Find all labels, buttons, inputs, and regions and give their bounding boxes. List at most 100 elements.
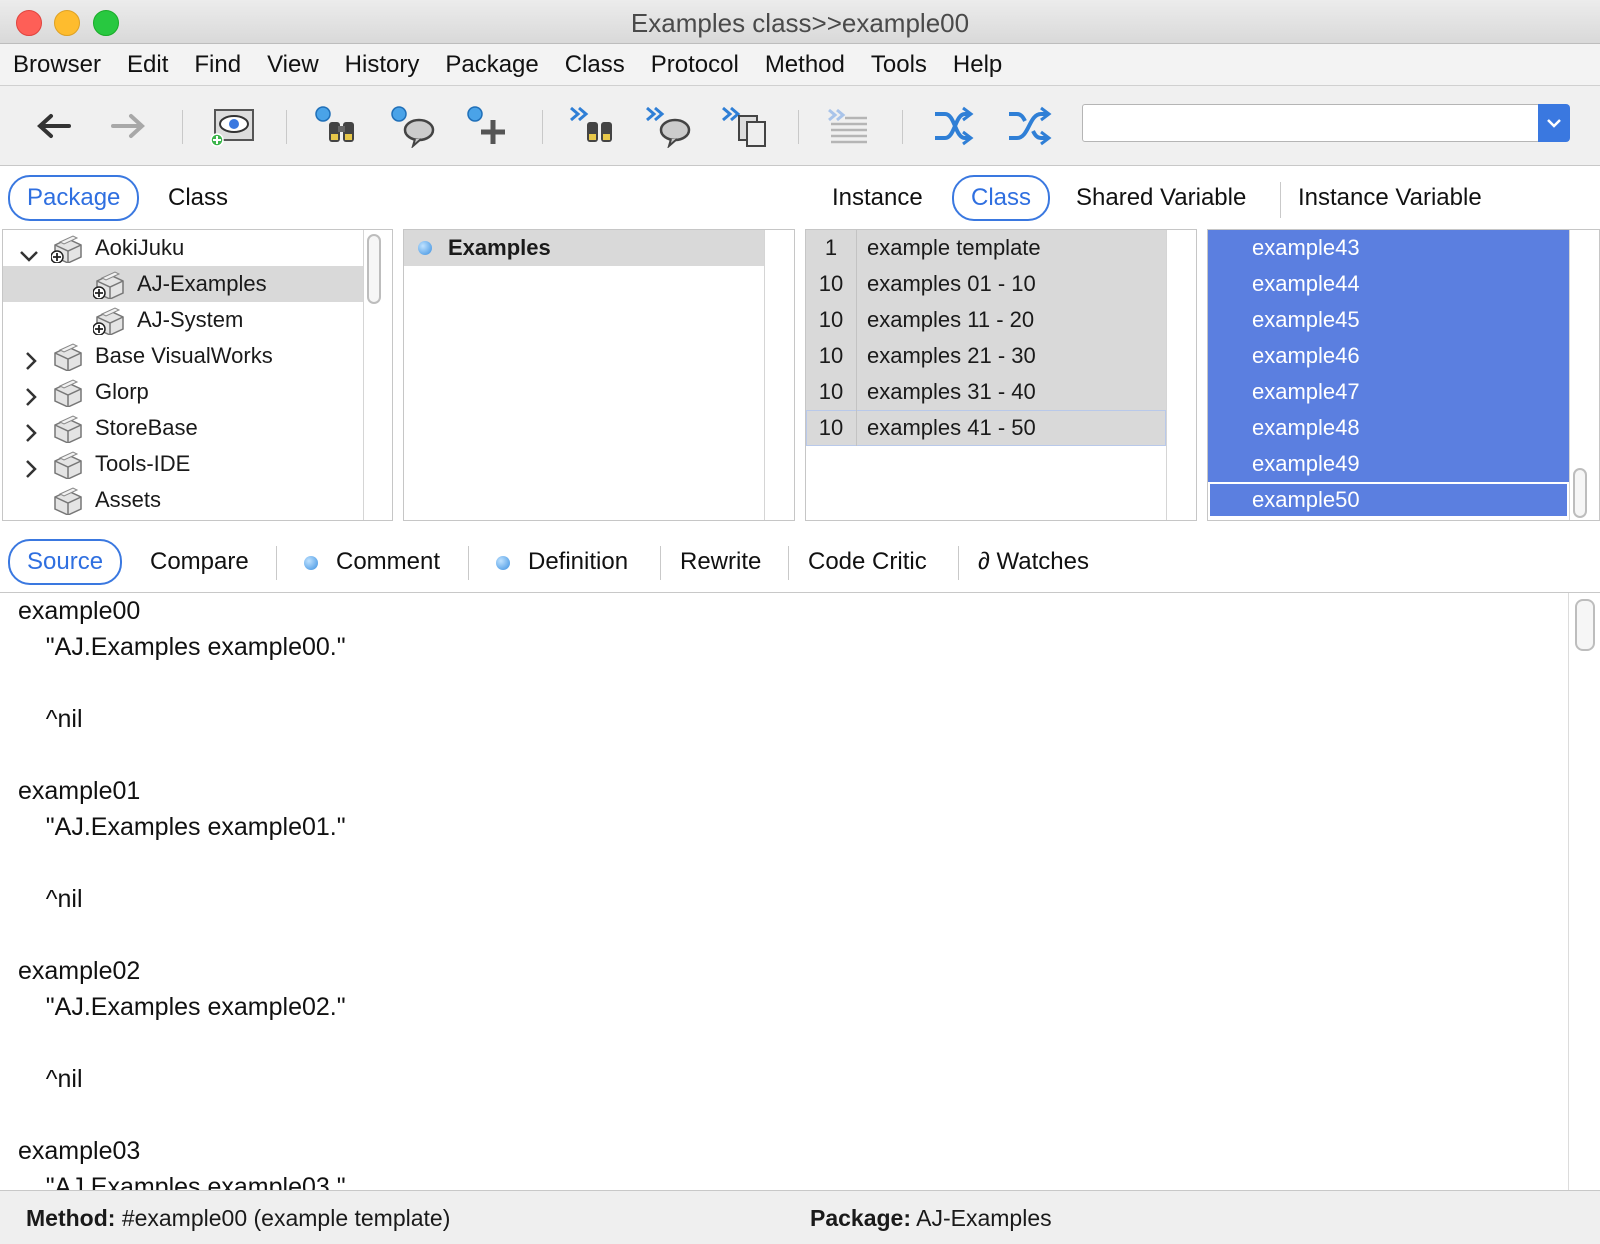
list-item[interactable]: example43: [1208, 230, 1569, 266]
menu-find[interactable]: Find: [181, 51, 254, 79]
tab-comment[interactable]: Comment: [336, 548, 440, 576]
status-package-value: AJ-Examples: [916, 1205, 1052, 1231]
list-item[interactable]: 10 examples 11 - 20: [806, 302, 1166, 338]
menu-method[interactable]: Method: [752, 51, 858, 79]
find-references-button[interactable]: [386, 100, 440, 152]
tree-item[interactable]: AokiJuku: [3, 230, 363, 266]
tree-item[interactable]: Glorp: [3, 374, 363, 410]
search-input[interactable]: [1082, 104, 1540, 142]
list-item[interactable]: example44: [1208, 266, 1569, 302]
list-item[interactable]: 10 examples 01 - 10: [806, 266, 1166, 302]
find-implementors-button[interactable]: [642, 100, 696, 152]
list-item[interactable]: 10 examples 41 - 50: [806, 410, 1166, 446]
tab-package[interactable]: Package: [8, 175, 140, 221]
tab-instance-variable[interactable]: Instance Variable: [1298, 184, 1482, 212]
list-item[interactable]: example50: [1208, 482, 1569, 518]
forward-button[interactable]: [102, 100, 156, 152]
tab-source[interactable]: Source: [8, 539, 123, 585]
plus-icon: [467, 106, 505, 144]
protocol-count: 10: [818, 271, 844, 296]
class-dot-icon: [418, 241, 432, 255]
list-item[interactable]: 10 examples 21 - 30: [806, 338, 1166, 374]
menu-edit[interactable]: Edit: [114, 51, 181, 79]
tab-instance[interactable]: Instance: [832, 184, 923, 212]
menu-class[interactable]: Class: [552, 51, 638, 79]
list-item[interactable]: example45: [1208, 302, 1569, 338]
tree-item[interactable]: AJ-System: [3, 302, 363, 338]
package-icon: [51, 377, 85, 407]
speech-bubble-icon: [391, 106, 435, 148]
tree-item-label: Tools-IDE: [95, 451, 191, 476]
copy-button[interactable]: [718, 100, 772, 152]
package-scrollbar[interactable]: [363, 230, 384, 520]
shuffle-button[interactable]: [1002, 100, 1056, 152]
class-list[interactable]: Examples: [403, 229, 795, 521]
method-scroll-thumb[interactable]: [1573, 468, 1587, 518]
menu-bar: Browser Edit Find View History Package C…: [0, 44, 1600, 86]
code-line: ^nil: [18, 705, 83, 733]
tree-item[interactable]: Assets: [3, 482, 363, 518]
package-scroll-thumb[interactable]: [367, 234, 381, 304]
menu-view[interactable]: View: [254, 51, 332, 79]
menu-help[interactable]: Help: [940, 51, 1015, 79]
method-label: example46: [1252, 343, 1360, 368]
tree-item[interactable]: Tools-IDE: [3, 446, 363, 482]
list-item[interactable]: example49: [1208, 446, 1569, 482]
tree-item[interactable]: StoreBase: [3, 410, 363, 446]
search-dropdown-button[interactable]: [1538, 104, 1570, 142]
tab-class-side[interactable]: Class: [952, 175, 1051, 221]
code-line: "AJ.Examples example03.": [18, 1173, 346, 1190]
source-scroll-thumb[interactable]: [1575, 599, 1595, 651]
status-method-label: Method:: [26, 1205, 116, 1231]
class-scrollbar[interactable]: [764, 230, 785, 520]
menu-tools[interactable]: Tools: [858, 51, 940, 79]
package-icon: [93, 305, 127, 335]
tab-watches[interactable]: ∂ Watches: [978, 548, 1089, 576]
tree-item[interactable]: Base VisualWorks: [3, 338, 363, 374]
menu-protocol[interactable]: Protocol: [638, 51, 752, 79]
toolbar: [0, 86, 1600, 166]
list-item[interactable]: example48: [1208, 410, 1569, 446]
package-icon: [51, 233, 85, 263]
package-icon: [51, 341, 85, 371]
back-button[interactable]: [26, 100, 80, 152]
list-item[interactable]: example47: [1208, 374, 1569, 410]
list-item[interactable]: Examples: [404, 230, 764, 266]
forward-bubble-icon: [646, 106, 691, 148]
method-label: example47: [1252, 379, 1360, 404]
title-bar: Examples class>>example00: [0, 0, 1600, 44]
code-line: example01: [18, 777, 141, 805]
tab-definition[interactable]: Definition: [528, 548, 628, 576]
format-button[interactable]: [822, 100, 876, 152]
tree-item[interactable]: AJ-Examples: [3, 266, 363, 302]
protocol-label: example template: [867, 235, 1041, 260]
documents-icon: [722, 106, 766, 147]
find-senders-button[interactable]: [566, 100, 620, 152]
tab-shared-variable[interactable]: Shared Variable: [1076, 184, 1246, 212]
menu-history[interactable]: History: [332, 51, 433, 79]
menu-browser[interactable]: Browser: [0, 51, 114, 79]
new-view-button[interactable]: [206, 100, 260, 152]
tab-compare[interactable]: Compare: [150, 548, 249, 576]
method-list[interactable]: example43 example44 example45 example46 exam…: [1207, 229, 1600, 521]
code-line: example02: [18, 957, 141, 985]
protocol-scrollbar[interactable]: [1166, 230, 1187, 520]
package-list[interactable]: AokiJuku AJ-Examples AJ-System Base VisualW…: [2, 229, 393, 521]
tab-rewrite[interactable]: Rewrite: [680, 548, 761, 576]
find-class-button[interactable]: [310, 100, 364, 152]
source-editor[interactable]: example00 "AJ.Examples example00." ^nil e…: [0, 592, 1600, 1190]
add-button[interactable]: [462, 100, 516, 152]
tab-code-critic[interactable]: Code Critic: [808, 548, 927, 576]
tab-class-hierarchy[interactable]: Class: [168, 184, 228, 212]
method-scrollbar[interactable]: [1569, 230, 1590, 520]
sync-button[interactable]: [926, 100, 980, 152]
list-item[interactable]: 10 examples 31 - 40: [806, 374, 1166, 410]
protocol-list[interactable]: 1 example template 10 examples 01 - 10 10 exa…: [805, 229, 1197, 521]
status-method: Method: #example00 (example template): [26, 1205, 450, 1232]
list-item[interactable]: 1 example template: [806, 230, 1166, 266]
code-line: ^nil: [18, 1065, 83, 1093]
source-scrollbar[interactable]: [1568, 593, 1600, 1190]
list-item[interactable]: example46: [1208, 338, 1569, 374]
sync-arrows-icon: [935, 106, 974, 146]
menu-package[interactable]: Package: [432, 51, 551, 79]
